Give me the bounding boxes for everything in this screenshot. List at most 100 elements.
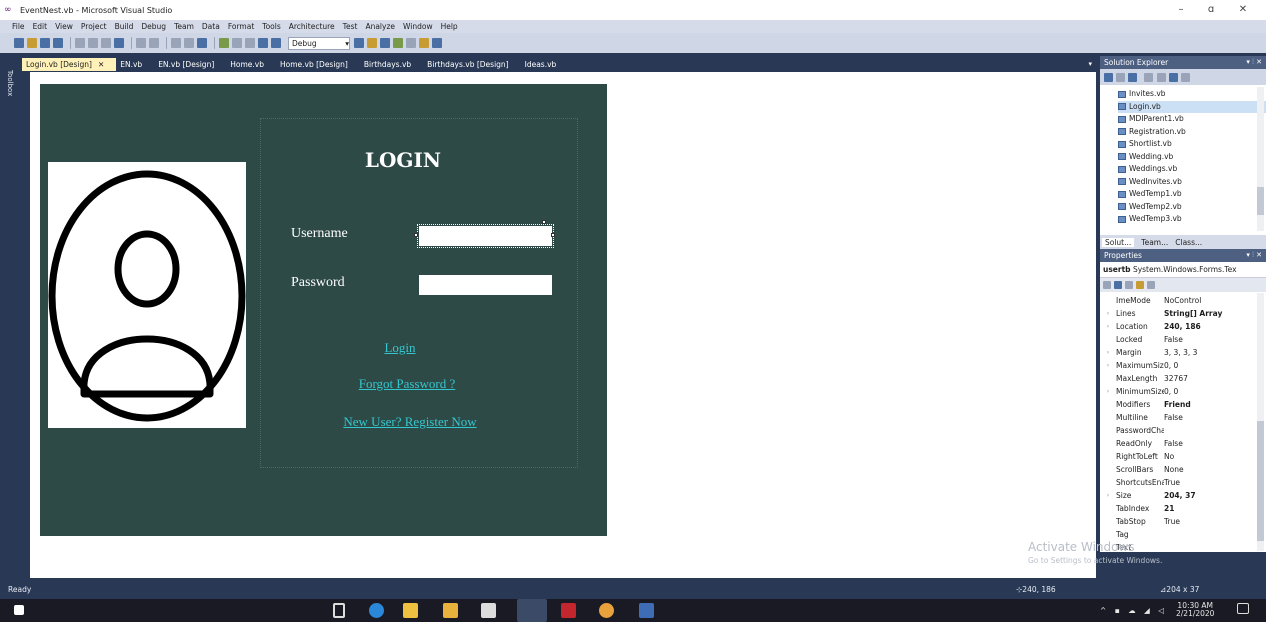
property-row[interactable]: › Lines String[] Array — [1100, 307, 1266, 320]
menu-file[interactable]: File — [12, 22, 25, 31]
expand-icon[interactable] — [1100, 333, 1116, 346]
file-item[interactable]: Invites.vb — [1118, 88, 1266, 101]
toolbox-strip[interactable]: Toolbox — [0, 56, 22, 578]
tab-birthdays-design[interactable]: Birthdays.vb [Design] — [423, 58, 520, 71]
file-item[interactable]: WedTemp2.vb — [1118, 201, 1266, 214]
save-all-icon[interactable] — [53, 38, 63, 48]
avatar-picturebox[interactable] — [48, 162, 246, 428]
restore-button[interactable]: ɑ — [1196, 0, 1226, 20]
navigate-icon[interactable] — [197, 38, 207, 48]
menu-edit[interactable]: Edit — [33, 22, 48, 31]
close-tab-icon[interactable]: ✕ — [98, 60, 104, 69]
menu-data[interactable]: Data — [202, 22, 220, 31]
property-value[interactable] — [1164, 424, 1254, 437]
save-icon[interactable] — [40, 38, 50, 48]
tab-en-vb[interactable]: EN.vb — [116, 58, 154, 71]
menu-format[interactable]: Format — [228, 22, 254, 31]
acrobat-icon[interactable] — [561, 603, 576, 618]
refresh-icon[interactable] — [1157, 72, 1166, 82]
expand-icon[interactable]: › — [1100, 320, 1116, 333]
expand-icon[interactable]: › — [1100, 307, 1116, 320]
property-pages-icon[interactable] — [1147, 281, 1155, 289]
password-input[interactable] — [419, 275, 552, 295]
menu-tools[interactable]: Tools — [262, 22, 280, 31]
property-value[interactable] — [1164, 528, 1254, 541]
edge-browser-icon[interactable] — [369, 603, 384, 618]
taskbar-clock[interactable]: 10:30 AM 2/21/2020 — [1176, 602, 1214, 618]
undo-icon[interactable] — [171, 38, 181, 48]
login-link[interactable]: Login — [340, 340, 460, 356]
forgot-password-link[interactable]: Forgot Password ? — [330, 376, 484, 392]
menu-test[interactable]: Test — [343, 22, 358, 31]
property-value[interactable]: True — [1164, 515, 1254, 528]
file-item[interactable]: Shortlist.vb — [1118, 138, 1266, 151]
property-row[interactable]: TabStop True — [1100, 515, 1266, 528]
property-row[interactable]: Multiline False — [1100, 411, 1266, 424]
chrome-icon[interactable] — [599, 603, 614, 618]
file-item[interactable]: MDIParent1.vb — [1118, 113, 1266, 126]
categorized-icon[interactable] — [1103, 281, 1111, 289]
property-value[interactable]: No — [1164, 450, 1254, 463]
home-icon[interactable] — [1104, 72, 1113, 82]
file-item[interactable]: WedTemp3.vb — [1118, 213, 1266, 226]
expand-icon[interactable]: › — [1100, 359, 1116, 372]
property-value[interactable] — [1164, 541, 1254, 554]
tab-login-design[interactable]: Login.vb [Design] ✕ — [22, 58, 117, 71]
notifications-icon[interactable] — [1237, 603, 1249, 614]
property-value[interactable]: 0, 0 — [1164, 359, 1254, 372]
property-value[interactable]: 3, 3, 3, 3 — [1164, 346, 1254, 359]
username-input[interactable] — [417, 224, 554, 248]
file-item-selected[interactable]: Login.vb — [1118, 100, 1266, 113]
property-row[interactable]: › Margin 3, 3, 3, 3 — [1100, 346, 1266, 359]
menu-project[interactable]: Project — [81, 22, 107, 31]
property-value[interactable]: Friend — [1164, 398, 1254, 411]
start-page-icon[interactable] — [406, 38, 416, 48]
show-all-files-icon[interactable] — [1128, 72, 1137, 82]
property-value[interactable]: True — [1164, 476, 1254, 489]
task-view-icon[interactable] — [333, 603, 345, 618]
solution-configuration-select[interactable]: Debug ▾ — [288, 36, 350, 50]
file-item[interactable]: Wedding.vb — [1118, 151, 1266, 164]
menu-debug[interactable]: Debug — [141, 22, 166, 31]
object-browser-icon[interactable] — [380, 38, 390, 48]
register-link[interactable]: New User? Register Now — [326, 414, 494, 430]
expand-icon[interactable] — [1100, 411, 1116, 424]
expand-icon[interactable]: › — [1100, 346, 1116, 359]
property-value[interactable]: 32767 — [1164, 372, 1254, 385]
menu-architecture[interactable]: Architecture — [289, 22, 335, 31]
property-row[interactable]: Locked False — [1100, 333, 1266, 346]
menu-window[interactable]: Window — [403, 22, 433, 31]
sync-icon[interactable] — [1116, 72, 1125, 82]
expand-icon[interactable] — [1100, 515, 1116, 528]
expand-icon[interactable] — [1100, 437, 1116, 450]
property-row[interactable]: › MinimumSize 0, 0 — [1100, 385, 1266, 398]
expand-icon[interactable] — [1100, 294, 1116, 307]
menu-help[interactable]: Help — [441, 22, 458, 31]
window-layout-icon[interactable] — [432, 38, 442, 48]
store-icon[interactable] — [403, 603, 418, 618]
scrollbar-thumb[interactable] — [1257, 187, 1264, 215]
expand-icon[interactable]: › — [1100, 489, 1116, 502]
property-row[interactable]: RightToLeft No — [1100, 450, 1266, 463]
property-row[interactable]: Modifiers Friend — [1100, 398, 1266, 411]
menu-build[interactable]: Build — [115, 22, 134, 31]
property-row[interactable]: TabIndex 21 — [1100, 502, 1266, 515]
find-icon[interactable] — [114, 38, 124, 48]
property-value[interactable]: 21 — [1164, 502, 1254, 515]
properties-icon[interactable] — [1181, 72, 1190, 82]
paste-icon[interactable] — [101, 38, 111, 48]
open-file-icon[interactable] — [27, 38, 37, 48]
property-value[interactable]: False — [1164, 437, 1254, 450]
properties-scrollbar[interactable] — [1257, 293, 1264, 551]
properties-window-icon[interactable] — [367, 38, 377, 48]
pause-icon[interactable] — [232, 38, 242, 48]
property-row[interactable]: ShortcutsEnabledTrue — [1100, 476, 1266, 489]
file-item[interactable]: WedInvites.vb — [1118, 176, 1266, 189]
extension-icon[interactable] — [419, 38, 429, 48]
menu-team[interactable]: Team — [174, 22, 194, 31]
redo-icon[interactable] — [184, 38, 194, 48]
property-value[interactable]: 204, 37 — [1164, 489, 1254, 502]
tab-birthdays-vb[interactable]: Birthdays.vb — [360, 58, 423, 71]
step-icon[interactable] — [258, 38, 268, 48]
property-row[interactable]: PasswordChar — [1100, 424, 1266, 437]
